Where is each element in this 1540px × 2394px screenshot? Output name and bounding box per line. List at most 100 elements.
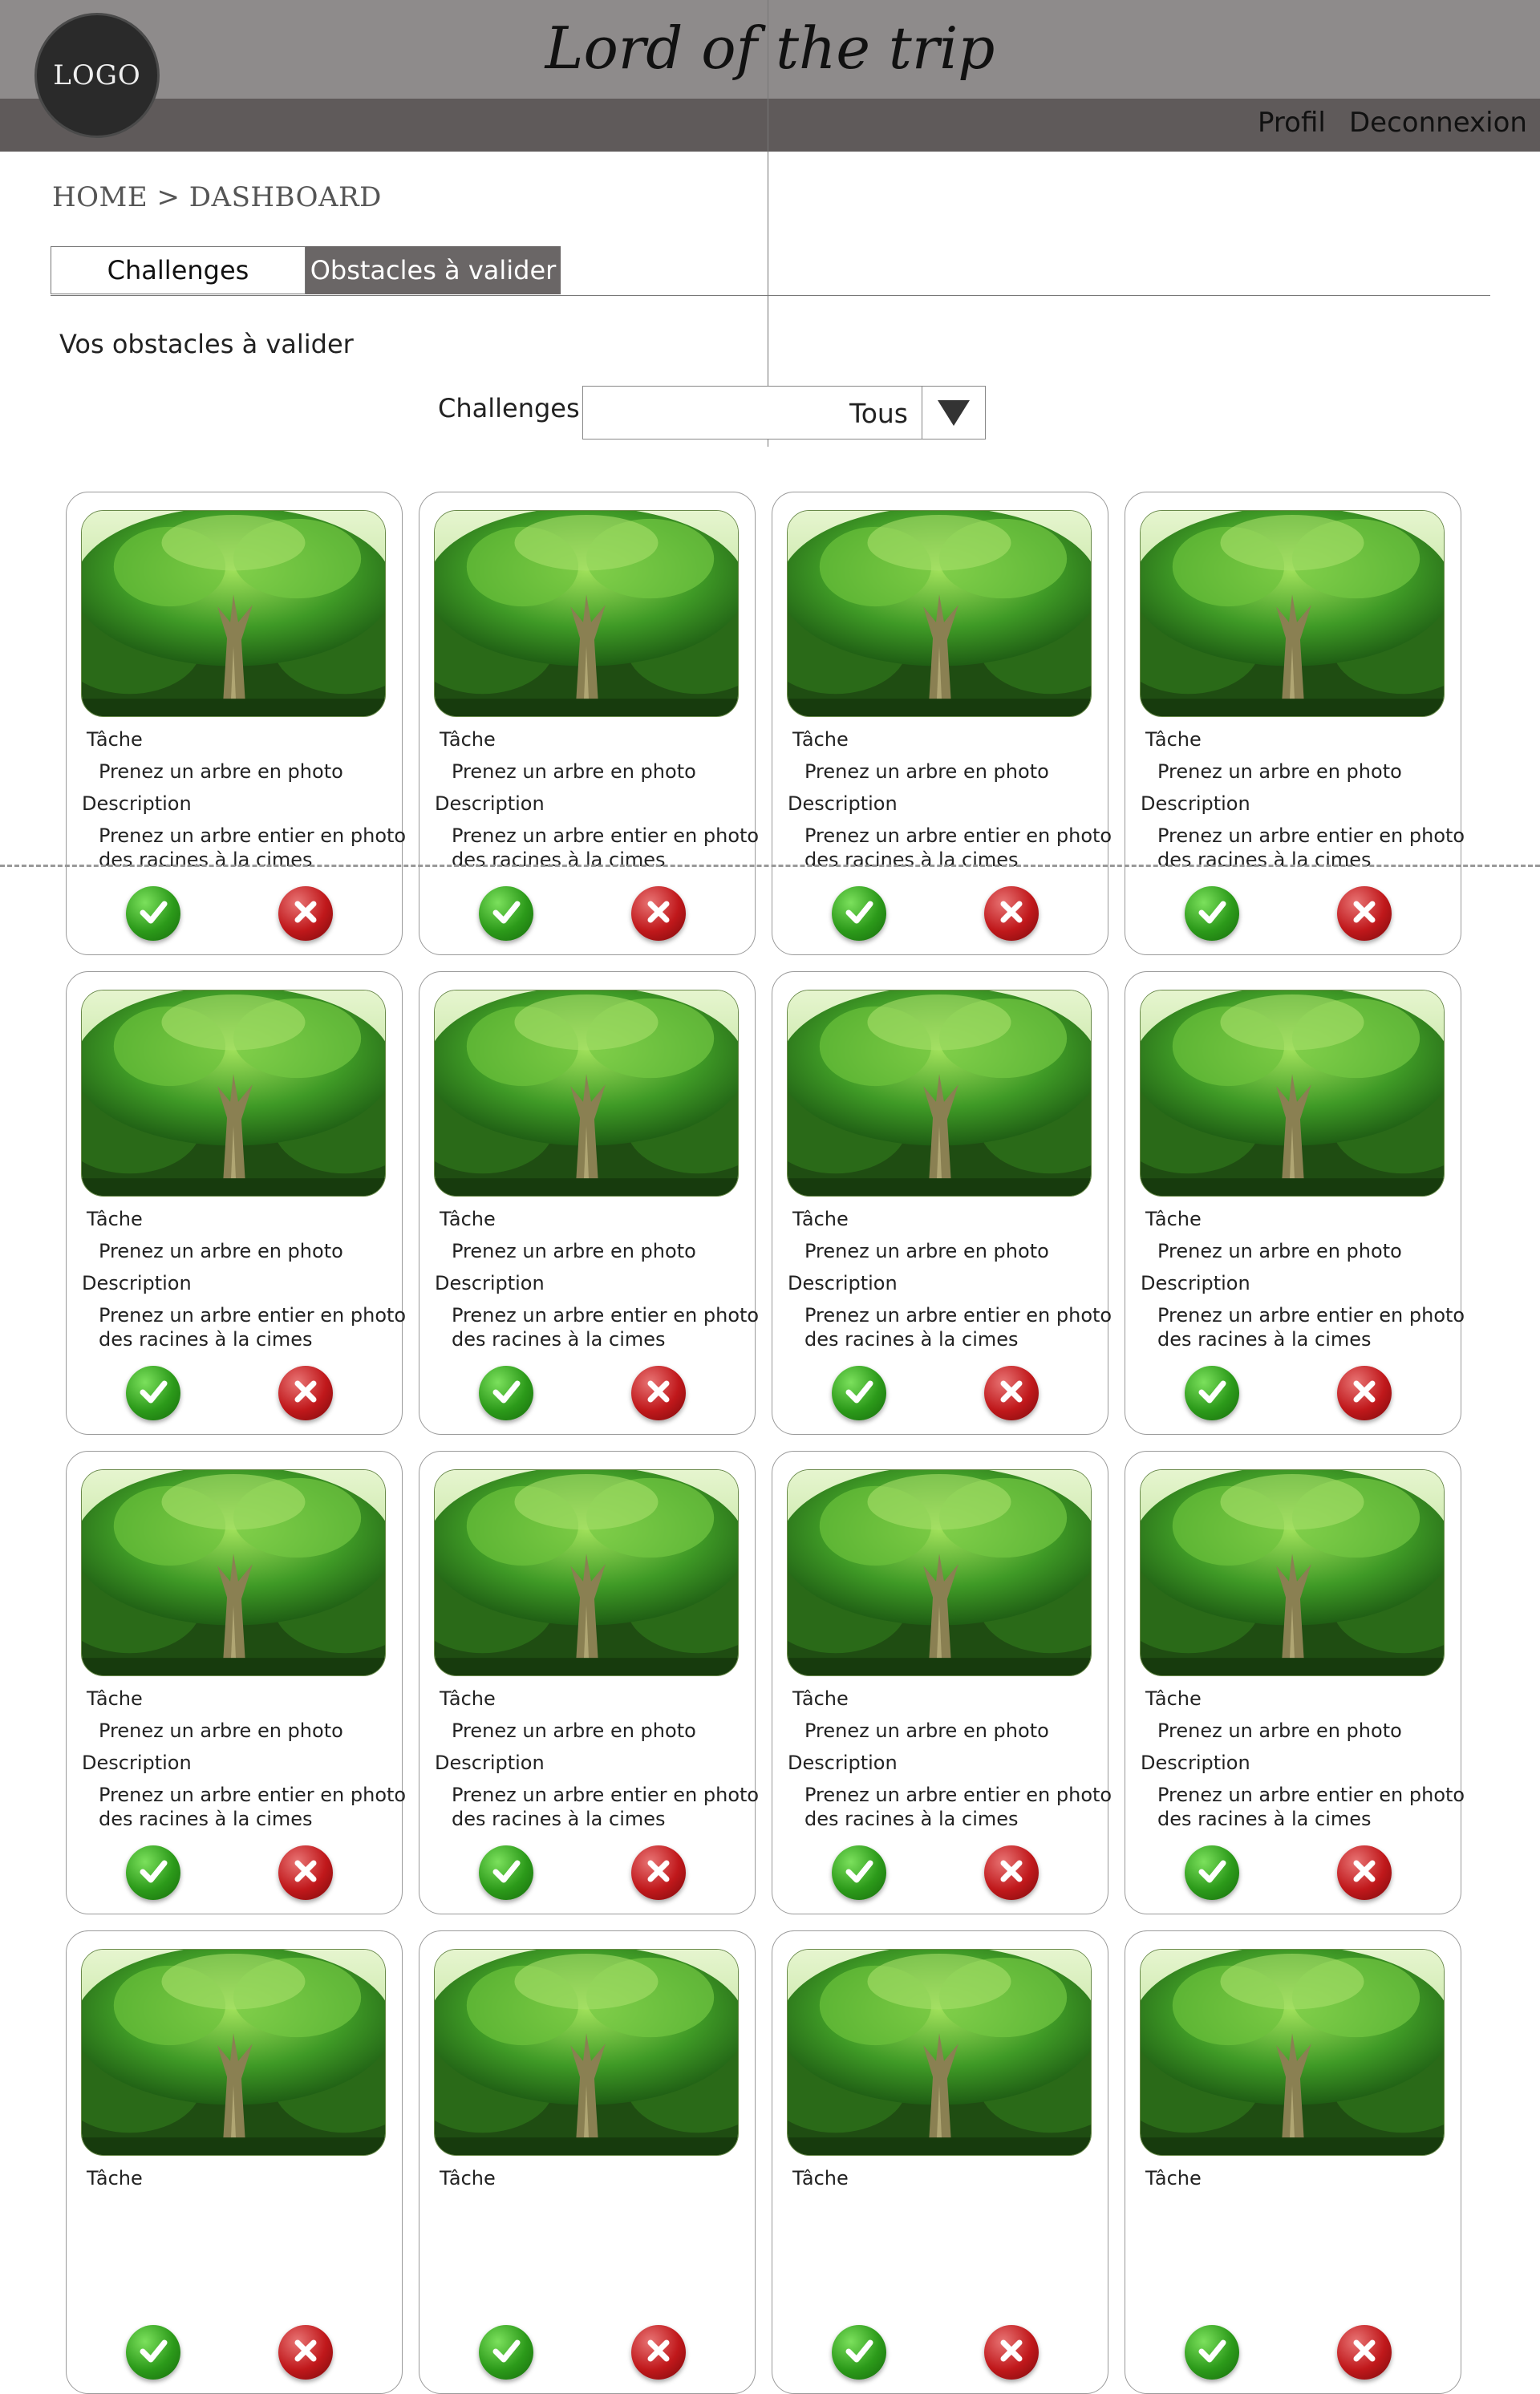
validate-button[interactable] <box>832 1366 886 1420</box>
reject-button[interactable] <box>278 2325 333 2380</box>
validate-button[interactable] <box>126 2325 180 2380</box>
task-label: Tâche <box>440 2167 496 2189</box>
description-value-line1: Prenez un arbre entier en photo <box>804 1304 1112 1327</box>
task-label: Tâche <box>1145 1687 1202 1710</box>
app-title: Lord of the trip <box>545 14 995 82</box>
obstacle-card: Tâche <box>1125 1930 1461 2394</box>
tree-photo <box>81 510 386 717</box>
validate-button[interactable] <box>479 886 533 941</box>
validate-button[interactable] <box>1185 1845 1239 1900</box>
description-label: Description <box>435 1752 545 1774</box>
obstacle-card: Tâche <box>419 1930 756 2394</box>
task-label: Tâche <box>87 1208 143 1230</box>
reject-button[interactable] <box>1337 1845 1392 1900</box>
dropdown-button[interactable] <box>922 387 985 439</box>
description-value-line2: des racines à la cimes <box>452 1328 666 1351</box>
validate-button[interactable] <box>832 886 886 941</box>
description-value-line1: Prenez un arbre entier en photo <box>99 1784 407 1806</box>
description-value-line2: des racines à la cimes <box>1157 1328 1372 1351</box>
description-value-line1: Prenez un arbre entier en photo <box>804 1784 1112 1806</box>
validate-button[interactable] <box>1185 2325 1239 2380</box>
validate-button[interactable] <box>1185 886 1239 941</box>
check-icon <box>841 1853 877 1892</box>
description-value-line2: des racines à la cimes <box>452 849 666 871</box>
description-label: Description <box>435 1272 545 1294</box>
filter-selected-value: Tous <box>849 398 908 429</box>
reject-button[interactable] <box>278 1845 333 1900</box>
obstacle-card: Tâche <box>772 1930 1108 2394</box>
description-value-line2: des racines à la cimes <box>99 849 313 871</box>
task-value: Prenez un arbre en photo <box>1157 760 1402 783</box>
description-label: Description <box>1141 1272 1250 1294</box>
cross-icon <box>641 894 676 933</box>
cross-icon <box>288 1374 323 1412</box>
filter-label: Challenges <box>438 393 580 423</box>
cross-icon <box>1347 2333 1382 2372</box>
obstacle-card: Tâche Prenez un arbre en photo Descripti… <box>419 1451 759 1914</box>
task-label: Tâche <box>87 728 143 751</box>
reject-button[interactable] <box>984 1845 1039 1900</box>
tree-photo <box>787 990 1092 1197</box>
reject-button[interactable] <box>1337 2325 1392 2380</box>
task-label: Tâche <box>792 2167 849 2189</box>
profile-link[interactable]: Profil <box>1258 107 1326 139</box>
reject-button[interactable] <box>631 886 686 941</box>
task-label: Tâche <box>792 1208 849 1230</box>
reject-button[interactable] <box>631 1845 686 1900</box>
validate-button[interactable] <box>479 1845 533 1900</box>
task-label: Tâche <box>792 728 849 751</box>
reject-button[interactable] <box>984 1366 1039 1420</box>
description-value-line2: des racines à la cimes <box>1157 849 1372 871</box>
task-value: Prenez un arbre en photo <box>804 1240 1049 1262</box>
reject-button[interactable] <box>984 2325 1039 2380</box>
description-value-line1: Prenez un arbre entier en photo <box>452 824 760 847</box>
validate-button[interactable] <box>126 886 180 941</box>
validate-button[interactable] <box>1185 1366 1239 1420</box>
tab-obstacles-a-valider[interactable]: Obstacles à valider <box>306 246 561 294</box>
task-label: Tâche <box>1145 1208 1202 1230</box>
description-value-line1: Prenez un arbre entier en photo <box>1157 1784 1465 1806</box>
task-value: Prenez un arbre en photo <box>452 1240 696 1262</box>
validate-button[interactable] <box>479 2325 533 2380</box>
task-label: Tâche <box>87 2167 143 2189</box>
reject-button[interactable] <box>984 886 1039 941</box>
validate-button[interactable] <box>832 1845 886 1900</box>
cross-icon <box>641 1853 676 1892</box>
reject-button[interactable] <box>278 1366 333 1420</box>
cross-icon <box>288 1853 323 1892</box>
cross-icon <box>1347 1374 1382 1412</box>
description-value-line2: des racines à la cimes <box>99 1328 313 1351</box>
description-label: Description <box>788 1752 898 1774</box>
validate-button[interactable] <box>479 1366 533 1420</box>
description-value-line1: Prenez un arbre entier en photo <box>99 1304 407 1327</box>
logout-link[interactable]: Deconnexion <box>1349 107 1527 139</box>
cross-icon <box>641 2333 676 2372</box>
description-label: Description <box>82 1272 192 1294</box>
check-icon <box>488 1853 524 1892</box>
tree-photo <box>1140 990 1445 1197</box>
reject-button[interactable] <box>1337 1366 1392 1420</box>
description-value-line1: Prenez un arbre entier en photo <box>99 824 407 847</box>
section-title: Vos obstacles à valider <box>59 329 354 359</box>
check-icon <box>1194 894 1230 933</box>
challenge-filter-select[interactable]: Tous <box>582 386 986 440</box>
task-value: Prenez un arbre en photo <box>99 1720 343 1742</box>
cross-icon <box>641 1374 676 1412</box>
reject-button[interactable] <box>278 886 333 941</box>
reject-button[interactable] <box>631 1366 686 1420</box>
description-value-line2: des racines à la cimes <box>1157 1808 1372 1830</box>
reject-button[interactable] <box>631 2325 686 2380</box>
validate-button[interactable] <box>126 1366 180 1420</box>
validate-button[interactable] <box>126 1845 180 1900</box>
task-label: Tâche <box>87 1687 143 1710</box>
validate-button[interactable] <box>832 2325 886 2380</box>
tree-photo <box>787 1469 1092 1676</box>
description-label: Description <box>82 792 192 815</box>
check-icon <box>1194 1853 1230 1892</box>
reject-button[interactable] <box>1337 886 1392 941</box>
tab-challenges[interactable]: Challenges <box>51 246 306 294</box>
check-icon <box>1194 1374 1230 1412</box>
task-label: Tâche <box>440 1208 496 1230</box>
cross-icon <box>994 2333 1029 2372</box>
obstacle-card: Tâche <box>66 1930 403 2394</box>
